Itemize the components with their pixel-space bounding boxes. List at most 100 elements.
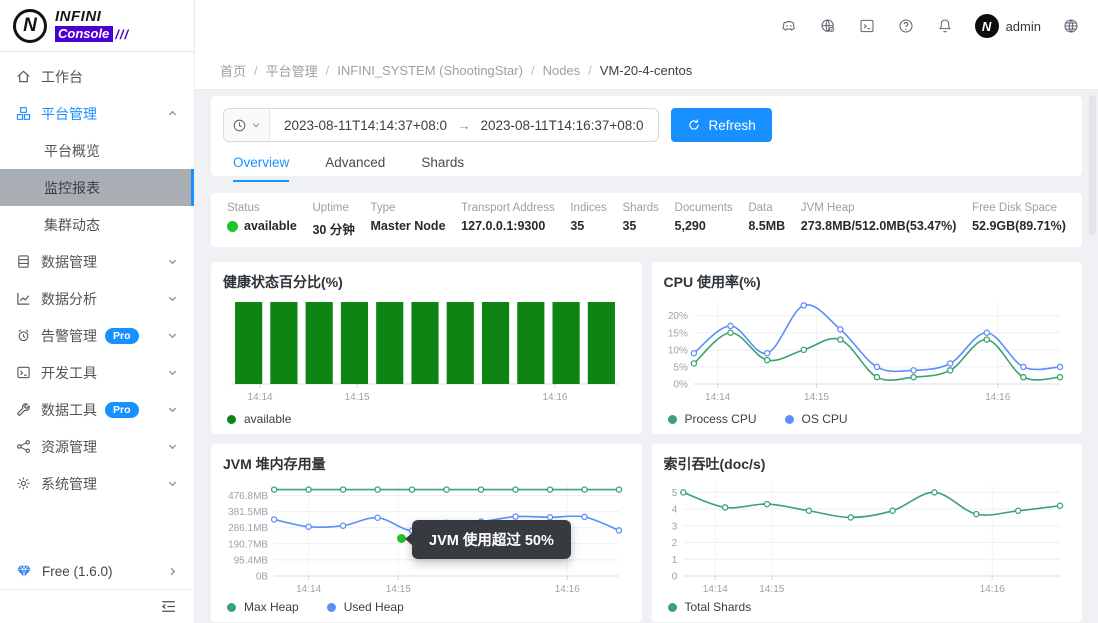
svg-text:14:16: 14:16 xyxy=(979,584,1004,595)
svg-text:0%: 0% xyxy=(673,380,688,391)
charts-grid: 健康状态百分比(%) 14:14 14:15 14:16 available CPU 使用… xyxy=(211,262,1082,622)
sidebar-subitem-monitor-reports[interactable]: 监控报表 xyxy=(0,169,194,206)
tab-advanced[interactable]: Advanced xyxy=(325,155,385,182)
legend-item-max-heap[interactable]: Max Heap xyxy=(227,600,299,614)
sidebar-item-label: 工作台 xyxy=(41,68,83,85)
time-range-picker[interactable]: 2023-08-11T14:14:37+08:0 → 2023-08-11T14… xyxy=(223,108,659,142)
sidebar-item-data-tools[interactable]: 数据工具 Pro xyxy=(0,391,194,428)
stat-value: available xyxy=(227,219,297,233)
gem-icon xyxy=(16,563,32,579)
svg-text:381.5MB: 381.5MB xyxy=(228,507,268,518)
legend-item-used-heap[interactable]: Used Heap xyxy=(326,600,404,614)
sidebar-item-label: 资源管理 xyxy=(41,438,97,455)
pro-badge: Pro xyxy=(105,401,139,418)
sidebar: 工作台 平台管理 平台概览 监控报表 集群动态 数据管理 数据分析 告警管理 Pro… xyxy=(0,52,195,623)
sidebar-item-data-management[interactable]: 数据管理 xyxy=(0,243,194,280)
time-range-value[interactable]: 2023-08-11T14:14:37+08:0 → 2023-08-11T14… xyxy=(270,109,658,141)
stat-status: Status available xyxy=(227,202,297,247)
sidebar-subitem-platform-overview[interactable]: 平台概览 xyxy=(0,132,194,169)
chart-title: CPU 使用率(%) xyxy=(663,274,761,290)
chart-canvas-cpu-usage[interactable]: 0% 5% 10% 15% 20% 14:14 14:15 14:16 xyxy=(664,294,1070,406)
stat-value: 127.0.0.1:9300 xyxy=(461,219,546,233)
user-menu[interactable]: N admin xyxy=(974,14,1041,38)
app-logo[interactable]: N INFINI Console /// xyxy=(0,0,195,52)
chart-legend: Total Shards xyxy=(664,598,1071,616)
sidebar-subitem-cluster-activities[interactable]: 集群动态 xyxy=(0,206,194,243)
legend-dot xyxy=(227,414,236,424)
chevron-down-icon xyxy=(167,441,178,452)
sidebar-item-label: 数据分析 xyxy=(41,290,97,307)
tab-overview[interactable]: Overview xyxy=(233,155,290,182)
stat-label: Shards xyxy=(622,202,659,214)
stat-label: JVM Heap xyxy=(800,202,855,214)
bell-icon[interactable] xyxy=(936,17,954,35)
alarm-icon xyxy=(16,328,31,343)
svg-text:14:15: 14:15 xyxy=(759,584,784,595)
chart-canvas-indexing-throughput[interactable]: 0 1 2 3 4 5 14:14 14:15 14:16 xyxy=(664,476,1070,598)
sidebar-menu: 工作台 平台管理 平台概览 监控报表 集群动态 数据管理 数据分析 告警管理 Pro… xyxy=(0,52,194,502)
stat-label: Data xyxy=(748,202,773,214)
time-picker-toggle[interactable] xyxy=(224,109,270,141)
svg-text:14:15: 14:15 xyxy=(804,392,829,403)
license-row[interactable]: Free (1.6.0) xyxy=(0,553,194,589)
breadcrumb-item-3[interactable]: Nodes xyxy=(543,63,581,78)
discord-icon[interactable] xyxy=(780,17,798,35)
home-icon xyxy=(16,69,31,84)
svg-text:1: 1 xyxy=(671,555,677,566)
breadcrumb-item-0[interactable]: 首页 xyxy=(220,61,246,80)
stat-value: 8.5MB xyxy=(748,219,786,233)
stat-value: 273.8MB/512.0MB(53.47%) xyxy=(800,219,957,233)
sidebar-item-platform-management[interactable]: 平台管理 xyxy=(0,95,194,132)
chart-card-jvm-heap-usage: JVM 堆内存用量 0B 95.4MB 190.7MB 286.1MB 381.5MB 47… xyxy=(211,444,642,622)
sidebar-item-workbench[interactable]: 工作台 xyxy=(0,58,194,95)
scrollbar[interactable] xyxy=(1089,95,1096,235)
chart-hover-tooltip: JVM 使用超过 50% xyxy=(405,520,571,559)
stat-label: Transport Address xyxy=(461,202,555,214)
legend-item-available[interactable]: available xyxy=(227,412,291,426)
stat-type: Type Master Node xyxy=(371,202,446,247)
help-icon[interactable] xyxy=(897,17,915,35)
svg-text:0: 0 xyxy=(671,572,677,583)
chevron-down-icon xyxy=(167,478,178,489)
breadcrumb-separator: / xyxy=(588,63,592,78)
svg-text:14:14: 14:14 xyxy=(248,392,273,403)
legend-dot xyxy=(667,602,677,612)
chart-card-cpu-usage: CPU 使用率(%) 0% 5% 10% 15% 20% 14:14 14:15 14:16 Pr… xyxy=(651,262,1082,434)
sidebar-item-resource-management[interactable]: 资源管理 xyxy=(0,428,194,465)
svg-text:14:16: 14:16 xyxy=(555,584,580,595)
website-icon[interactable] xyxy=(819,17,837,35)
chevron-up-icon xyxy=(167,108,178,119)
breadcrumb-item-1[interactable]: 平台管理 xyxy=(266,61,318,80)
refresh-button[interactable]: Refresh xyxy=(670,108,772,142)
legend-item-process-cpu[interactable]: Process CPU xyxy=(667,412,757,426)
sidebar-item-label: 告警管理 xyxy=(41,327,97,344)
breadcrumb-item-2[interactable]: INFINI_SYSTEM (ShootingStar) xyxy=(337,63,523,78)
chart-canvas-health-percentage[interactable]: 14:14 14:15 14:16 xyxy=(223,294,629,406)
time-from: 2023-08-11T14:14:37+08:0 xyxy=(284,117,448,133)
stat-value: 30 分钟 xyxy=(312,223,355,237)
language-icon[interactable] xyxy=(1062,17,1080,35)
legend-item-os-cpu[interactable]: OS CPU xyxy=(784,412,848,426)
sidebar-item-system-management[interactable]: 系统管理 xyxy=(0,465,194,502)
tab-shards[interactable]: Shards xyxy=(421,155,464,182)
legend-item-total-shards[interactable]: Total Shards xyxy=(667,600,751,614)
chart-title: 索引吞吐(doc/s) xyxy=(663,456,766,472)
svg-text:0B: 0B xyxy=(256,572,269,583)
sidebar-item-dev-tools[interactable]: 开发工具 xyxy=(0,354,194,391)
svg-text:2: 2 xyxy=(671,538,677,549)
chevron-down-icon xyxy=(167,330,178,341)
menu-fold-icon[interactable] xyxy=(159,597,178,616)
sidebar-item-data-analysis[interactable]: 数据分析 xyxy=(0,280,194,317)
svg-text:5: 5 xyxy=(671,488,677,499)
chevron-down-icon xyxy=(167,256,178,267)
sidebar-item-label: 系统管理 xyxy=(41,475,97,492)
node-stats-panel: Status available Uptime 30 分钟 Type Maste… xyxy=(211,193,1082,247)
user-avatar: N xyxy=(974,14,999,38)
stat-data: Data 8.5MB xyxy=(748,202,785,247)
sidebar-item-alerting-management[interactable]: 告警管理 Pro xyxy=(0,317,194,354)
svg-text:476.8MB: 476.8MB xyxy=(228,491,268,502)
console-icon[interactable] xyxy=(858,17,876,35)
stat-transport-address: Transport Address 127.0.0.1:9300 xyxy=(461,202,555,247)
stat-label: Status xyxy=(227,202,260,214)
user-name: admin xyxy=(1005,18,1041,34)
